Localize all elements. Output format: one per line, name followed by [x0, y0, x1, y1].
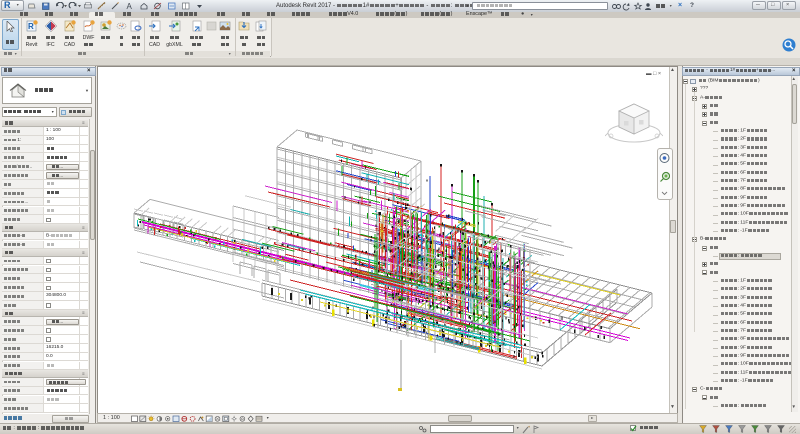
svg-text:R: R [28, 22, 34, 31]
svg-text:A: A [127, 2, 133, 11]
